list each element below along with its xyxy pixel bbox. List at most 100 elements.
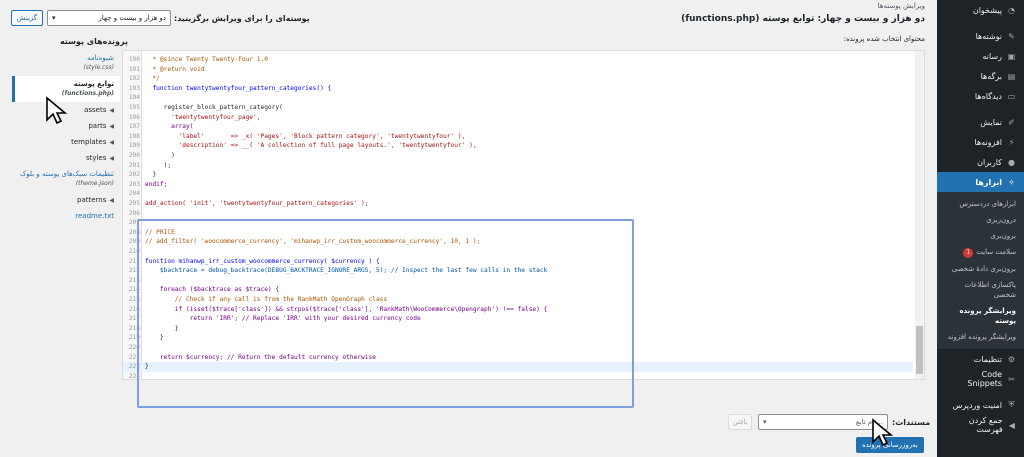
code-text: ); [145, 161, 172, 169]
page-title: ویرایش پوسته‌ها [877, 2, 925, 10]
file-label: readme.txt [75, 212, 114, 220]
submenu-item[interactable]: ویرایشگر پرونده افزونه [937, 329, 1024, 345]
expand-arrow-icon: ◀ [109, 196, 114, 204]
theme-select[interactable]: دو هزار و بیست و چهار ▾ [47, 10, 171, 26]
sidebar-item-collapse[interactable]: ◀ جمع کردن فهرست [937, 415, 1024, 435]
code-text: * @return void [145, 65, 205, 73]
lookup-button[interactable]: یافتن [728, 414, 752, 430]
sidebar-item-comments[interactable]: ▭ دیدگاه‌ها [937, 86, 1024, 106]
sidebar-item-label: تنظیمات [973, 354, 1002, 364]
theme-files-list: شیوه‌نامه (style.css) توابع پوسته (function… [12, 50, 120, 224]
submenu-item[interactable]: سلامت سایت1 [937, 244, 1024, 261]
sidebar-item-tools[interactable]: ✧ ابزارها [937, 172, 1024, 192]
sidebar-item-dashboard[interactable]: ◔ پیشخوان [937, 0, 1024, 20]
code-line[interactable]: 191 * @return void [123, 65, 913, 75]
appearance-icon: ✐ [1008, 117, 1015, 127]
tools-submenu: ابزارهای دردسترس درون‌ریزی برون‌بری سلامت س… [937, 192, 1024, 349]
scrollbar-thumb[interactable] [916, 326, 923, 374]
sidebar-item-media[interactable]: ▣ رسانه [937, 46, 1024, 66]
users-icon: ● [1008, 157, 1015, 167]
sidebar-item-code-snippets[interactable]: ✂ Code Snippets [937, 369, 1024, 389]
theme-select-value: دو هزار و بیست و چهار [98, 14, 166, 22]
file-label: شیوه‌نامه [87, 54, 114, 62]
code-text: } [145, 171, 157, 179]
code-snippets-icon: ✂ [1008, 374, 1015, 384]
notification-badge: 1 [963, 248, 974, 258]
file-title: دو هزار و بیست و چهار: توابع پوسته (func… [681, 14, 925, 24]
code-line[interactable]: 197 array( [123, 122, 913, 132]
sidebar-item-label: رسانه [982, 51, 1002, 61]
code-line[interactable]: 193 function twentytwentyfour_pattern_ca… [123, 84, 913, 94]
file-label: تنظیمات سبک‌های پوسته و بلوک [20, 170, 114, 178]
sidebar-item-security-shield[interactable]: ⛨ امنیت وردپرس [937, 395, 1024, 415]
code-line[interactable]: 204 [123, 189, 913, 199]
theme-file-item[interactable]: readme.txt [12, 208, 120, 224]
theme-select-label: پوسته‌ای را برای ویرایش برگزینید: [174, 14, 310, 23]
tools-icon: ✧ [1008, 177, 1015, 187]
submenu-item[interactable]: پاکسازی اطلاعات شخصی [937, 277, 1024, 303]
code-line[interactable]: 205 add_action( 'init', 'twentytwentyfour… [123, 199, 913, 209]
line-number: 200 [128, 152, 140, 159]
submenu-item[interactable]: درون‌ریزی [937, 212, 1024, 228]
submenu-item[interactable]: ابزارهای دردسترس [937, 196, 1024, 212]
folder-label: styles [85, 154, 107, 162]
sidebar-item-appearance[interactable]: ✐ نمایش [937, 112, 1024, 132]
theme-file-item[interactable]: شیوه‌نامه (style.css) [12, 50, 120, 76]
security-shield-icon: ⛨ [1008, 400, 1015, 409]
code-line[interactable]: 194 [123, 93, 913, 103]
file-name: (theme.json) [75, 180, 114, 187]
code-line[interactable]: 202 } [123, 170, 913, 180]
code-line[interactable]: 201 ); [123, 161, 913, 171]
pin-icon: ✎ [1008, 31, 1015, 41]
submenu-item[interactable]: ویرایشگر پرونده پوسته [937, 303, 1024, 329]
selected-content-label: محتوای انتخاب شده پرونده: [843, 35, 925, 43]
expand-arrow-icon: ◀ [109, 154, 114, 162]
code-line[interactable]: 192 */ [123, 74, 913, 84]
submenu-item-label: درون‌ریزی [986, 216, 1016, 224]
code-text: ) [145, 152, 175, 159]
submenu-item-label: سلامت سایت [976, 248, 1016, 256]
sidebar-item-users[interactable]: ● کاربران [937, 152, 1024, 172]
code-line[interactable]: 199 'description' => __( 'A collection o… [123, 141, 913, 151]
submenu-item[interactable]: برون‌بری دادهٔ شخصی [937, 261, 1024, 277]
sidebar-item-pin[interactable]: ✎ نوشته‌ها [937, 26, 1024, 46]
code-line[interactable]: 196 'twentytwentyfour_page', [123, 113, 913, 123]
sidebar-item-label: کاربران [977, 157, 1002, 167]
folder-label: parts [88, 122, 107, 130]
folder-label: assets [84, 106, 107, 114]
dashboard-icon: ◔ [1008, 5, 1015, 15]
theme-folder-item[interactable]: patterns ◀ [12, 192, 120, 208]
plugins-icon: ⚡ [1008, 137, 1015, 147]
line-number: 192 [128, 75, 140, 83]
line-number: 199 [128, 142, 140, 150]
code-line[interactable]: 206 [123, 209, 913, 219]
submenu-item-label: پاکسازی اطلاعات شخصی [964, 281, 1016, 299]
code-line[interactable]: 190 * @since Twenty Twenty-Four 1.0 [123, 55, 913, 65]
sidebar-item-plugins[interactable]: ⚡ افزونه‌ها [937, 132, 1024, 152]
choose-theme-button[interactable]: گزینش [11, 10, 43, 26]
sidebar-item-pages[interactable]: ▤ برگه‌ها [937, 66, 1024, 86]
code-text: 'label' => _x( 'Pages', 'Block pattern c… [145, 132, 466, 140]
theme-folder-item[interactable]: styles ◀ [12, 150, 120, 166]
submenu-item-label: ویرایشگر پرونده پوسته [959, 307, 1017, 325]
code-line[interactable]: 195 register_block_pattern_category( [123, 103, 913, 113]
theme-folder-item[interactable]: templates ◀ [12, 134, 120, 150]
code-line[interactable]: 203 endif; [123, 180, 913, 190]
code-line[interactable]: 200 ) [123, 151, 913, 161]
line-number: 197 [128, 123, 140, 131]
file-label: توابع پوسته [73, 80, 114, 88]
expand-arrow-icon: ◀ [109, 138, 114, 146]
submenu-item[interactable]: برون‌بری [937, 228, 1024, 244]
code-line[interactable]: 198 'label' => _x( 'Pages', 'Block patte… [123, 132, 913, 142]
settings-icon: ⚙ [1007, 354, 1016, 364]
editor-scrollbar[interactable] [915, 51, 924, 379]
file-name: (style.css) [83, 64, 114, 71]
theme-file-item[interactable]: تنظیمات سبک‌های پوسته و بلوک (theme.json) [12, 166, 120, 192]
sidebar-item-settings[interactable]: ⚙ تنظیمات [937, 349, 1024, 369]
submenu-item-label: ابزارهای دردسترس [959, 200, 1016, 208]
code-text: register_block_pattern_category( [145, 104, 283, 111]
documentation-select[interactable]: ...نام تابع ▾ [758, 414, 888, 430]
